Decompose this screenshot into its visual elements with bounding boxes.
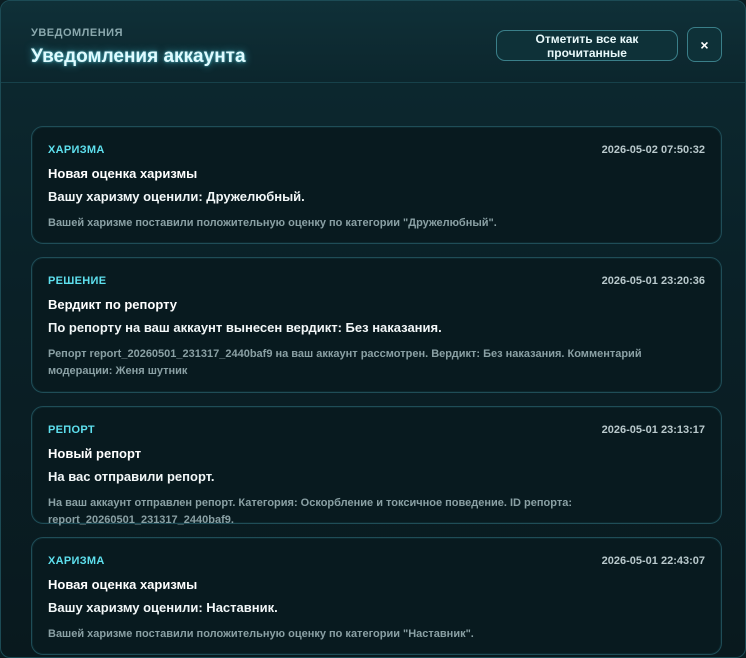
notification-heading: Новый репорт — [48, 446, 142, 461]
notification-heading: Вердикт по репорту — [48, 297, 178, 312]
notification-heading: Новая оценка харизмы — [48, 577, 198, 592]
notification-category: РЕПОРТ — [48, 424, 95, 436]
notification-category: ХАРИЗМА — [48, 144, 105, 156]
notification-details: Вашей харизме поставили положительную оц… — [48, 217, 497, 229]
notification-category: ХАРИЗМА — [48, 555, 105, 567]
notification-heading: Новая оценка харизмы — [48, 166, 198, 181]
notification-message: По репорту на ваш аккаунт вынесен вердик… — [48, 320, 442, 335]
notification-timestamp: 2026-05-01 23:20:36 — [601, 275, 705, 287]
close-icon: × — [700, 36, 709, 53]
notification-message: Вашу харизму оценили: Дружелюбный. — [48, 189, 305, 204]
modal-header: УВЕДОМЛЕНИЯ Уведомления аккаунта Отметит… — [1, 1, 745, 83]
notification-details: Репорт report_20260501_231317_2440baf9 н… — [48, 348, 642, 377]
notification-category: РЕШЕНИЕ — [48, 275, 107, 287]
notification-timestamp: 2026-05-01 23:13:17 — [601, 424, 705, 436]
notification-card[interactable]: РЕПОРТ 2026-05-01 23:13:17 Новый репорт … — [31, 406, 722, 526]
modal-title: Уведомления аккаунта — [31, 46, 246, 67]
notification-card[interactable]: РЕШЕНИЕ 2026-05-01 23:20:36 Вердикт по р… — [31, 257, 722, 393]
notification-details: Вашей харизме поставили положительную оц… — [48, 628, 474, 640]
notification-message: Вашу харизму оценили: Наставник. — [48, 600, 278, 615]
notification-card[interactable]: ХАРИЗМА 2026-05-02 07:50:32 Новая оценка… — [31, 126, 722, 244]
notification-timestamp: 2026-05-02 07:50:32 — [601, 144, 705, 156]
close-button[interactable]: × — [687, 27, 722, 62]
notification-timestamp: 2026-05-01 22:43:07 — [601, 555, 705, 567]
notification-card[interactable]: ХАРИЗМА 2026-05-01 22:43:07 Новая оценка… — [31, 537, 722, 655]
notification-message: На вас отправили репорт. — [48, 469, 215, 484]
mark-all-read-button[interactable]: Отметить все как прочитанные — [496, 30, 678, 61]
notifications-modal: УВЕДОМЛЕНИЯ Уведомления аккаунта Отметит… — [0, 0, 746, 658]
modal-kicker: УВЕДОМЛЕНИЯ — [31, 27, 123, 39]
notification-details: На ваш аккаунт отправлен репорт. Категор… — [48, 497, 572, 526]
